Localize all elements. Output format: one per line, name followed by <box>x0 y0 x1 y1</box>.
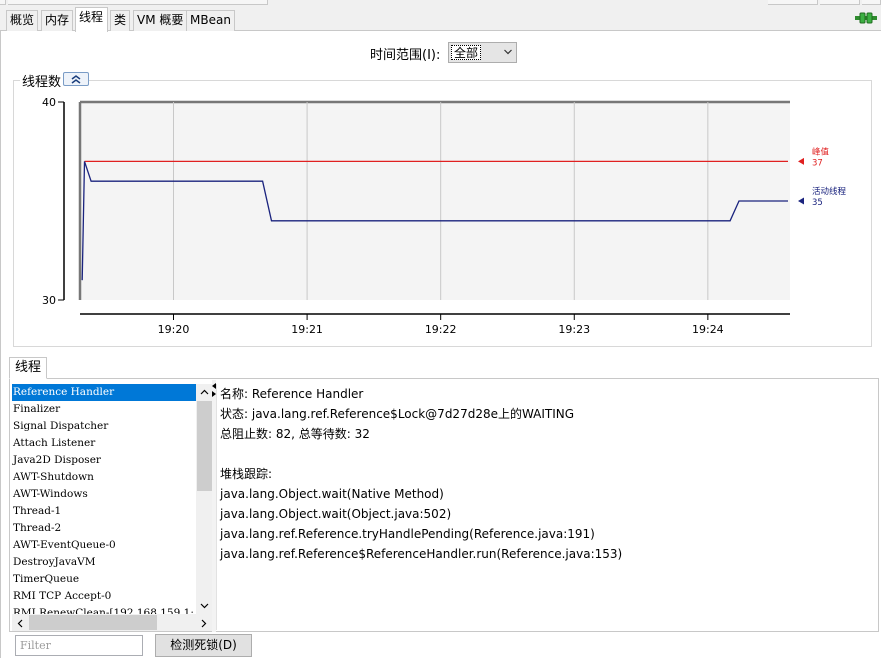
stack-trace-title: 堆栈跟踪: <box>220 467 273 481</box>
tab-mbean[interactable]: MBean <box>186 10 235 31</box>
threads-section-tab[interactable]: 线程 <box>9 357 48 379</box>
x-tick-label: 19:21 <box>291 323 323 336</box>
chart-collapse-button[interactable] <box>63 72 89 86</box>
stack-frame-line: java.lang.Object.wait(Object.java:502) <box>220 507 452 521</box>
series-marker <box>798 157 804 165</box>
thread-list-hscrollbar[interactable] <box>12 614 213 631</box>
detect-deadlock-button[interactable]: 检测死锁(D) <box>155 634 252 657</box>
time-range-value: 全部 <box>451 45 482 60</box>
tab-overview[interactable]: 概览 <box>6 10 39 31</box>
thread-list-item[interactable]: RMI TCP Accept-0 <box>12 588 196 605</box>
hscroll-thumb[interactable] <box>29 615 157 630</box>
thread-list[interactable]: Reference Handler Finalizer Signal Dispatc… <box>12 384 196 614</box>
series-current-value: 35 <box>812 198 823 208</box>
thread-list-vscrollbar[interactable] <box>196 384 213 614</box>
thread-list-item[interactable]: RMI RenewClean-[192.168.159.1: <box>12 605 196 614</box>
thread-list-item[interactable]: AWT-Windows <box>12 486 196 503</box>
connection-plug-icon[interactable] <box>855 11 877 25</box>
time-range-label: 时间范围(I): <box>370 48 441 63</box>
thread-list-item[interactable]: Java2D Disposer <box>12 452 196 469</box>
x-tick-label: 19:20 <box>158 323 190 336</box>
series-marker <box>798 197 804 205</box>
thread-detail-pane: 名称: Reference Handler 状态: java.lang.ref.… <box>216 384 876 630</box>
thread-filter-input[interactable] <box>15 635 143 656</box>
thread-state-line: 状态: java.lang.ref.Reference$Lock@7d27d28… <box>220 407 575 421</box>
main-tab-bar: 概览 内存 线程 类 VM 概要 MBean <box>0 7 881 32</box>
tab-memory[interactable]: 内存 <box>41 10 74 31</box>
vscroll-thumb[interactable] <box>197 401 212 491</box>
thread-list-item[interactable]: Thread-2 <box>12 520 196 537</box>
top-strip-cell <box>862 0 881 5</box>
top-strip-cell <box>768 0 818 5</box>
scroll-down-arrow-icon[interactable] <box>200 603 209 609</box>
x-tick-label: 19:22 <box>425 323 457 336</box>
chevron-double-up-icon <box>71 75 81 84</box>
thread-name-line: 名称: Reference Handler <box>220 387 364 401</box>
x-tick-label: 19:24 <box>692 323 724 336</box>
y-tick-label: 30 <box>42 294 56 307</box>
thread-list-item[interactable]: DestroyJavaVM <box>12 554 196 571</box>
tab-threads[interactable]: 线程 <box>75 7 108 32</box>
thread-count-chart: 40 30 19:20 19:21 19:22 19:23 19:24 峰值37 活动线程35 <box>42 96 847 336</box>
thread-list-item[interactable]: Reference Handler <box>12 384 196 401</box>
time-range-select[interactable]: 全部 <box>448 42 517 63</box>
chevron-down-icon <box>504 49 512 55</box>
top-strip-cell <box>8 0 268 5</box>
top-strip-cell <box>0 0 6 5</box>
x-tick-label: 19:23 <box>558 323 590 336</box>
thread-list-item[interactable]: Attach Listener <box>12 435 196 452</box>
stack-frame-line: java.lang.ref.Reference$ReferenceHandler… <box>220 547 623 561</box>
thread-list-item[interactable]: Signal Dispatcher <box>12 418 196 435</box>
thread-list-item[interactable]: TimerQueue <box>12 571 196 588</box>
series-current-value: 37 <box>812 158 823 168</box>
top-strip <box>0 0 881 6</box>
series-name-label: 峰值 <box>812 146 830 157</box>
thread-list-item[interactable]: Thread-1 <box>12 503 196 520</box>
scroll-up-arrow-icon[interactable] <box>200 389 209 395</box>
tab-classes[interactable]: 类 <box>110 10 131 31</box>
tab-vm-summary[interactable]: VM 概要 <box>133 10 188 31</box>
thread-list-item[interactable]: Finalizer <box>12 401 196 418</box>
scroll-right-arrow-icon[interactable] <box>201 619 207 628</box>
plot-area-background <box>80 102 790 300</box>
series-name-label: 活动线程 <box>812 186 847 197</box>
scroll-left-arrow-icon[interactable] <box>17 619 23 628</box>
stack-frame-line: java.lang.ref.Reference.tryHandlePending… <box>220 527 595 541</box>
stack-frame-line: java.lang.Object.wait(Native Method) <box>220 487 444 501</box>
thread-list-item[interactable]: AWT-EventQueue-0 <box>12 537 196 554</box>
y-tick-label: 40 <box>42 96 56 109</box>
thread-list-item[interactable]: AWT-Shutdown <box>12 469 196 486</box>
top-strip-cell <box>820 0 860 5</box>
thread-counts-line: 总阻止数: 82, 总等待数: 32 <box>220 427 370 441</box>
